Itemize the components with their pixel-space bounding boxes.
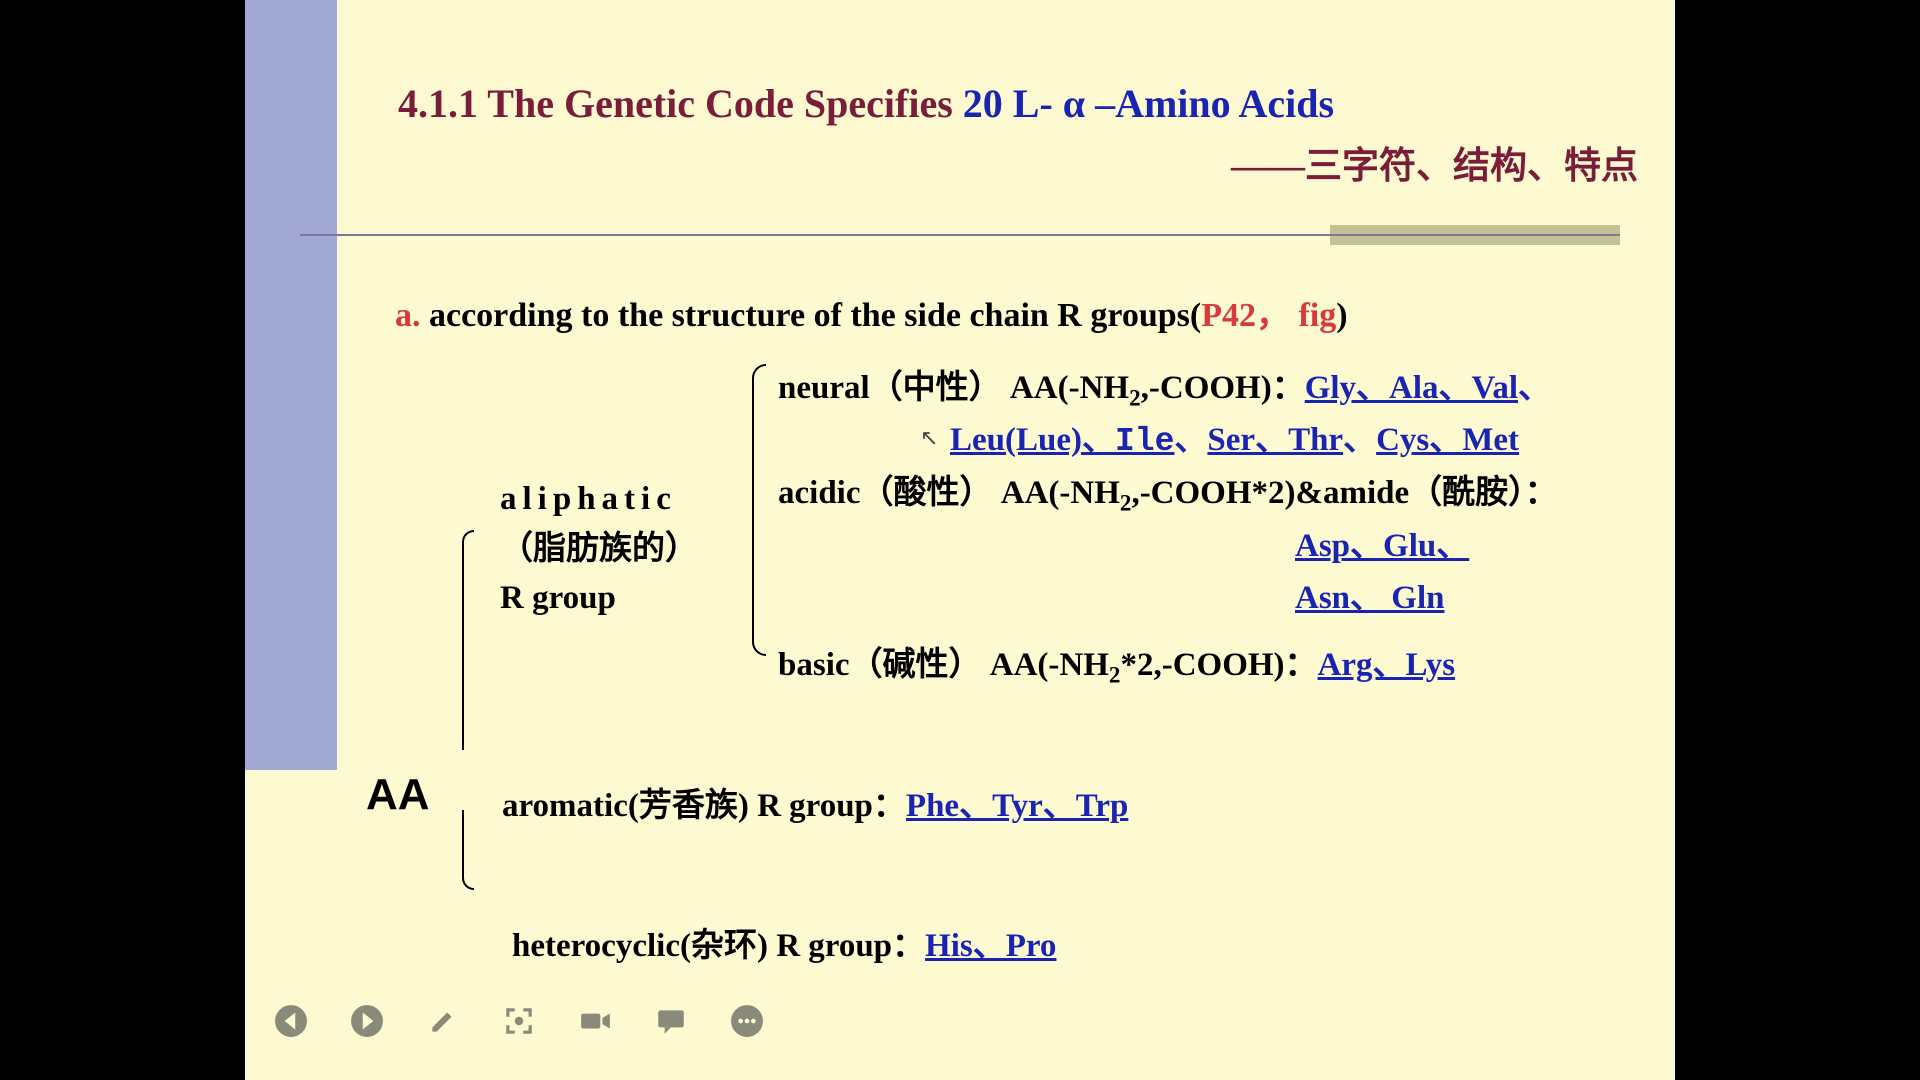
acidic-row-3: Asn、 Gln <box>1295 570 1444 618</box>
more-options-button[interactable] <box>728 1002 766 1040</box>
acidic-paren: （酸性） <box>860 475 992 511</box>
pen-tool-button[interactable] <box>424 1002 462 1040</box>
aromatic-label: aromatic(芳香族) R group： <box>502 788 906 824</box>
neural-ile[interactable]: Ile <box>1115 423 1174 460</box>
neural-acids-1[interactable]: Gly、Ala、Val <box>1305 370 1518 406</box>
cursor-icon: ↖ <box>920 425 938 451</box>
basic-paren: （碱性） <box>850 647 982 683</box>
acidic-asn[interactable]: Asn、 <box>1295 580 1383 616</box>
separator: 、 <box>1174 422 1207 458</box>
basic-acids[interactable]: Arg、Lys <box>1318 647 1456 683</box>
prev-slide-button[interactable] <box>272 1002 310 1040</box>
focus-mode-button[interactable] <box>500 1002 538 1040</box>
separator: 、 <box>1343 422 1376 458</box>
horizontal-rule <box>300 234 1620 236</box>
neural-row-2: Leu(Lue)、Ile、Ser、Thr、Cys、Met <box>950 412 1519 460</box>
section-a-heading: a. according to the structure of the sid… <box>395 290 1655 343</box>
basic-row: basic（碱性） AA(-NH2*2,-COOH)：Arg、Lys <box>778 637 1455 689</box>
section-a-ref: P42， fig <box>1201 297 1336 334</box>
acidic-amide-paren: （酰胺） <box>1409 475 1525 511</box>
basic-formula: AA(-NH2*2,-COOH)： <box>982 647 1318 683</box>
hetero-acids[interactable]: His、Pro <box>925 928 1056 964</box>
title-prefix: 4.1.1 The Genetic Code Specifies <box>398 81 963 126</box>
neural-formula: AA(-NH2,-COOH)： <box>1002 370 1305 406</box>
acidic-colon: ： <box>1525 475 1558 511</box>
root-aa-label: AA <box>366 770 430 820</box>
title-subtitle: ——三字符、结构、特点 <box>398 135 1658 189</box>
slide-title: 4.1.1 The Genetic Code Specifies 20 L- α… <box>398 80 1658 189</box>
heterocyclic-row: heterocyclic(杂环) R group：His、Pro <box>512 918 1056 966</box>
neural-ser-thr[interactable]: Ser、Thr <box>1207 422 1343 458</box>
bracket-icon <box>462 530 474 750</box>
neural-cys-met[interactable]: Cys、Met <box>1376 422 1519 458</box>
basic-label: basic <box>778 647 850 683</box>
neural-row: neural（中性） AA(-NH2,-COOH)：Gly、Ala、Val、 <box>778 360 1551 412</box>
aliphatic-group: R group <box>500 574 750 624</box>
section-a-text: according to the structure of the side c… <box>421 297 1202 334</box>
acidic-gln[interactable]: Gln <box>1383 580 1444 616</box>
bracket-icon <box>462 810 474 890</box>
comments-button[interactable] <box>652 1002 690 1040</box>
acidic-row: acidic（酸性） AA(-NH2,-COOH*2)&amide（酰胺）： <box>778 465 1558 517</box>
acidic-label: acidic <box>778 475 860 511</box>
bracket-icon <box>752 364 766 494</box>
aliphatic-word: aliphatic <box>500 475 750 525</box>
content-area: a. according to the structure of the sid… <box>395 290 1655 371</box>
neural-label: neural <box>778 370 870 406</box>
neural-leu[interactable]: Leu(Lue)、 <box>950 422 1115 458</box>
record-video-button[interactable] <box>576 1002 614 1040</box>
section-a-label: a. <box>395 297 421 334</box>
aliphatic-paren: （脂肪族的） <box>500 525 750 575</box>
bracket-icon <box>752 494 766 656</box>
acidic-row-2: Asp、Glu、 <box>1295 518 1469 566</box>
presentation-toolbar <box>272 1002 766 1040</box>
next-slide-button[interactable] <box>348 1002 386 1040</box>
acidic-formula: AA(-NH2,-COOH*2)&amide <box>992 475 1409 511</box>
hetero-label: heterocyclic(杂环) R group： <box>512 928 925 964</box>
acidic-asp-glu[interactable]: Asp、Glu、 <box>1295 528 1469 564</box>
side-accent-bar <box>245 0 337 770</box>
neural-paren: （中性） <box>870 370 1002 406</box>
aliphatic-label-block: aliphatic （脂肪族的） R group <box>500 475 750 624</box>
aromatic-acids[interactable]: Phe、Tyr、Trp <box>906 788 1128 824</box>
separator: 、 <box>1518 370 1551 406</box>
title-highlight: 20 L- α –Amino Acids <box>963 81 1334 126</box>
aromatic-row: aromatic(芳香族) R group：Phe、Tyr、Trp <box>502 778 1128 826</box>
section-a-close: ) <box>1336 297 1347 334</box>
